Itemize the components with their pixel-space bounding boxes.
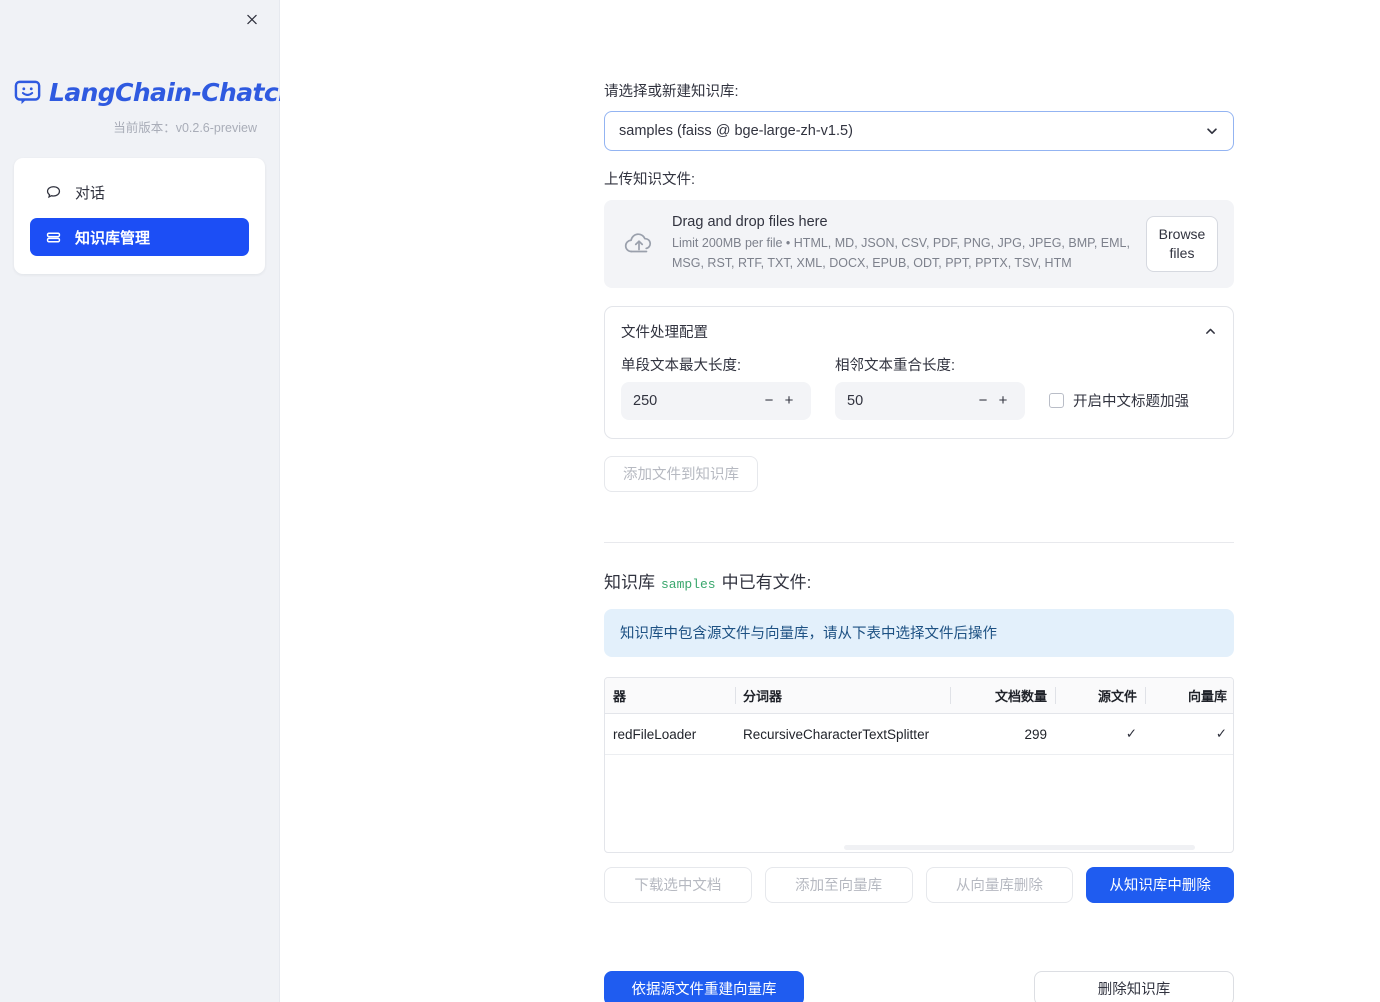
sidebar-item-label: 知识库管理 bbox=[75, 229, 151, 247]
chat-bubble-icon bbox=[44, 183, 62, 201]
table-header: 器 分词器 文档数量 源文件 向量库 bbox=[605, 677, 1233, 714]
sidebar-nav-card: 对话 知识库管理 bbox=[14, 158, 265, 274]
sidebar-item-knowledge-base[interactable]: 知识库管理 bbox=[30, 218, 249, 256]
rebuild-vector-store-button[interactable]: 依据源文件重建向量库 bbox=[604, 970, 804, 1002]
table-col-source-file[interactable]: 源文件 bbox=[1055, 677, 1145, 714]
zh-title-enhance-label[interactable]: 开启中文标题加强 bbox=[1073, 390, 1189, 411]
overlap-decrement-button[interactable]: − bbox=[973, 392, 993, 409]
overlap-stepper[interactable]: 50 − + bbox=[835, 381, 1025, 420]
add-to-vector-store-button[interactable]: 添加至向量库 bbox=[764, 866, 913, 903]
sidebar-item-dialogue[interactable]: 对话 bbox=[30, 174, 249, 210]
config-row: 单段文本最大长度: 250 − + 相邻文本重合长度: 50 − + 开启中文标… bbox=[621, 354, 1217, 420]
chevron-down-icon bbox=[1205, 124, 1219, 138]
table-action-buttons: 下载选中文档 添加至向量库 从向量库删除 从知识库中删除 bbox=[604, 866, 1234, 903]
cell-loader: redFileLoader bbox=[605, 713, 735, 755]
dropzone-limit: Limit 200MB per file • HTML, MD, JSON, C… bbox=[672, 236, 1130, 270]
footer-action-buttons: 依据源文件重建向量库 删除知识库 bbox=[604, 970, 1234, 1002]
file-processing-config-title: 文件处理配置 bbox=[621, 324, 708, 341]
main-panel: 请选择或新建知识库: samples (faiss @ bge-large-zh… bbox=[280, 0, 1380, 1002]
sidebar: LangChain-Chatchat 当前版本：v0.2.6-preview 对… bbox=[0, 0, 323, 1002]
cell-source-file: ✓ bbox=[1055, 713, 1145, 755]
dropzone-title: Drag and drop files here bbox=[672, 214, 828, 231]
kb-select-label: 请选择或新建知识库: bbox=[604, 84, 739, 100]
app-root: LangChain-Chatchat 当前版本：v0.2.6-preview 对… bbox=[0, 0, 1380, 1002]
database-icon bbox=[44, 228, 62, 246]
kb-files-table-element: 器 分词器 文档数量 源文件 向量库 redFileLoader Recursi… bbox=[605, 677, 1233, 852]
content-column: 请选择或新建知识库: samples (faiss @ bge-large-zh… bbox=[604, 0, 1234, 1002]
cell-doc-count: 299 bbox=[950, 713, 1055, 755]
chunk-size-decrement-button[interactable]: − bbox=[759, 392, 779, 409]
cell-vector-store: ✓ bbox=[1145, 713, 1233, 755]
dropzone-text: Drag and drop files here Limit 200MB per… bbox=[672, 214, 1130, 273]
chunk-size-label: 单段文本最大长度: bbox=[621, 357, 742, 374]
close-icon[interactable] bbox=[239, 6, 265, 32]
table-body: redFileLoader RecursiveCharacterTextSpli… bbox=[605, 713, 1233, 852]
table-col-splitter[interactable]: 分词器 bbox=[735, 677, 950, 714]
overlap-label: 相邻文本重合长度: bbox=[835, 357, 956, 374]
version-label: 当前版本： bbox=[113, 121, 176, 135]
overlap-value[interactable]: 50 bbox=[847, 393, 973, 409]
table-row[interactable]: redFileLoader RecursiveCharacterTextSpli… bbox=[605, 713, 1233, 755]
kb-files-title-code: samples bbox=[661, 576, 716, 592]
chevron-up-icon[interactable] bbox=[1204, 325, 1217, 338]
table-scrollbar-thumb[interactable] bbox=[843, 844, 1196, 850]
table-header-row: 器 分词器 文档数量 源文件 向量库 bbox=[605, 677, 1233, 714]
version-value: v0.2.6-preview bbox=[175, 121, 257, 135]
delete-knowledge-base-button[interactable]: 删除知识库 bbox=[1034, 970, 1234, 1002]
zh-title-enhance-checkbox[interactable] bbox=[1049, 393, 1064, 408]
table-row-empty bbox=[605, 755, 1233, 792]
brand-logo: LangChain-Chatchat bbox=[0, 78, 323, 107]
kb-select[interactable]: samples (faiss @ bge-large-zh-v1.5) bbox=[604, 110, 1234, 151]
kb-files-title-suffix: 中已有文件: bbox=[721, 572, 812, 592]
table-col-vector-store[interactable]: 向量库 bbox=[1145, 677, 1233, 714]
sidebar-item-label: 对话 bbox=[75, 184, 106, 202]
kb-select-value: samples (faiss @ bge-large-zh-v1.5) bbox=[619, 122, 853, 139]
delete-from-kb-button[interactable]: 从知识库中删除 bbox=[1086, 866, 1234, 903]
version-text: 当前版本：v0.2.6-preview bbox=[0, 117, 279, 136]
chunk-size-stepper[interactable]: 250 − + bbox=[621, 381, 811, 420]
zh-title-enhance-group[interactable]: 开启中文标题加强 bbox=[1049, 382, 1189, 420]
chunk-size-value[interactable]: 250 bbox=[633, 393, 759, 409]
add-file-to-kb-button[interactable]: 添加文件到知识库 bbox=[604, 455, 758, 492]
kb-files-title: 知识库 samples 中已有文件: bbox=[604, 568, 1234, 593]
overlap-group: 相邻文本重合长度: 50 − + bbox=[835, 354, 1025, 420]
upload-label: 上传知识文件: bbox=[604, 171, 696, 188]
overlap-increment-button[interactable]: + bbox=[993, 392, 1013, 409]
table-col-doc-count[interactable]: 文档数量 bbox=[950, 677, 1055, 714]
kb-files-table[interactable]: 器 分词器 文档数量 源文件 向量库 redFileLoader Recursi… bbox=[604, 676, 1234, 853]
info-banner: 知识库中包含源文件与向量库，请从下表中选择文件后操作 bbox=[604, 608, 1234, 657]
section-divider bbox=[604, 541, 1234, 543]
chunk-size-group: 单段文本最大长度: 250 − + bbox=[621, 354, 811, 420]
cell-splitter: RecursiveCharacterTextSplitter bbox=[735, 713, 950, 755]
file-processing-config: 文件处理配置 单段文本最大长度: 250 − + 相邻文本重合长度: 50 − … bbox=[604, 305, 1234, 439]
info-banner-text: 知识库中包含源文件与向量库，请从下表中选择文件后操作 bbox=[620, 626, 997, 642]
browse-files-button[interactable]: Browse files bbox=[1146, 215, 1218, 272]
chunk-size-increment-button[interactable]: + bbox=[779, 392, 799, 409]
remove-from-vector-store-button[interactable]: 从向量库删除 bbox=[925, 866, 1074, 903]
table-row-empty bbox=[605, 792, 1233, 829]
file-dropzone[interactable]: Drag and drop files here Limit 200MB per… bbox=[604, 199, 1234, 288]
chatchat-logo-icon bbox=[14, 80, 42, 106]
download-selected-docs-button[interactable]: 下载选中文档 bbox=[604, 866, 752, 903]
cloud-upload-icon bbox=[622, 227, 656, 261]
file-processing-config-header[interactable]: 文件处理配置 bbox=[621, 321, 1217, 342]
kb-files-title-prefix: 知识库 bbox=[604, 572, 655, 592]
table-horizontal-scrollbar[interactable] bbox=[605, 844, 1233, 850]
table-col-loader[interactable]: 器 bbox=[605, 677, 735, 714]
